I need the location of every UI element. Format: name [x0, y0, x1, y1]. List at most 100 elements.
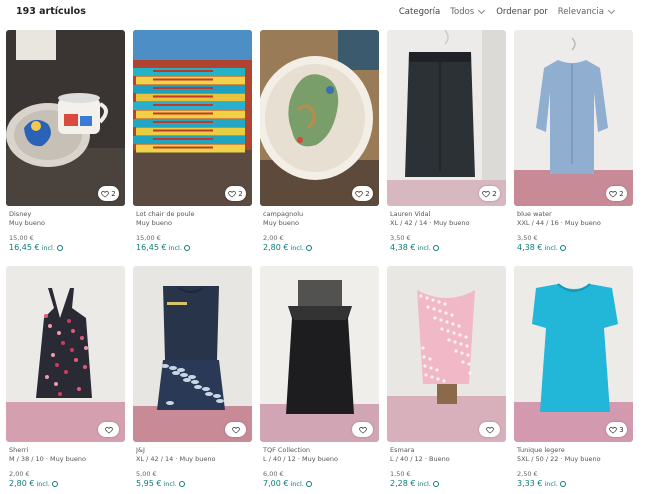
product-card[interactable]: 2 Lot chair de poule Muy bueno 15,00 € 1… — [133, 30, 252, 258]
shield-icon — [305, 481, 312, 487]
price-incl-label: incl. — [544, 244, 558, 252]
price-incl-value: 3,33 € — [517, 479, 543, 488]
price-incl-label: incl. — [544, 480, 558, 488]
shield-icon — [559, 245, 566, 251]
product-card[interactable]: TQF Collection L / 40 / 12 · Muy bueno 6… — [260, 266, 379, 494]
product-meta: campagnolu Muy bueno 2,00 € 2,80 € incl. — [263, 210, 379, 253]
product-card[interactable]: 2 blue water XXL / 44 / 16 · Muy bueno 3… — [514, 30, 633, 258]
product-price-incl: 2,80 € incl. — [9, 479, 125, 489]
product-photo[interactable] — [260, 266, 379, 442]
favorite-button[interactable]: 2 — [606, 186, 627, 201]
product-photo[interactable]: 2 — [260, 30, 379, 206]
product-details: XL / 42 / 14 · Muy bueno — [390, 219, 470, 227]
shield-icon — [432, 481, 439, 487]
product-card[interactable]: 3 Tunique legere 5XL / 50 / 22 · Muy bue… — [514, 266, 633, 494]
product-brand: Tunique legere — [517, 446, 565, 454]
favorite-button[interactable] — [98, 422, 119, 437]
product-price-incl: 5,95 € incl. — [136, 479, 252, 489]
price-incl-label: incl. — [36, 480, 50, 488]
category-value: Todos — [450, 7, 475, 17]
product-grid: 2 Disney Muy bueno 15,00 € 16,45 € incl.… — [6, 30, 633, 494]
heart-icon — [101, 190, 110, 197]
product-meta: Esmara L / 40 / 12 · Bueno 1,50 € 2,28 €… — [390, 446, 506, 489]
product-brand: TQF Collection — [263, 446, 311, 454]
heart-icon — [355, 190, 364, 197]
product-brand: blue water — [517, 210, 552, 218]
sort-dropdown[interactable]: Relevancia — [558, 6, 616, 17]
product-price-incl: 4,38 € incl. — [517, 243, 633, 253]
product-card[interactable]: J&J XL / 42 / 14 · Muy bueno 5,00 € 5,95… — [133, 266, 252, 494]
price-incl-label: incl. — [163, 480, 177, 488]
price-incl-label: incl. — [417, 244, 431, 252]
product-price: 15,00 € — [136, 234, 161, 242]
product-price-incl: 2,28 € incl. — [390, 479, 506, 489]
product-details: L / 40 / 12 · Muy bueno — [263, 455, 338, 463]
price-incl-value: 4,38 € — [390, 243, 416, 252]
product-meta: Sherri M / 38 / 10 · Muy bueno 2,00 € 2,… — [9, 446, 125, 489]
product-price: 15,00 € — [9, 234, 34, 242]
heart-icon — [358, 426, 367, 433]
product-photo[interactable] — [133, 266, 252, 442]
product-photo[interactable]: 3 — [514, 266, 633, 442]
product-price: 2,50 € — [517, 470, 538, 478]
product-card[interactable]: Esmara L / 40 / 12 · Bueno 1,50 € 2,28 €… — [387, 266, 506, 494]
price-incl-value: 2,28 € — [390, 479, 416, 488]
price-incl-label: incl. — [290, 480, 304, 488]
heart-icon — [485, 426, 494, 433]
category-label: Categoría — [398, 7, 441, 17]
product-photo[interactable] — [6, 266, 125, 442]
product-price-incl: 16,45 € incl. — [9, 243, 125, 253]
category-dropdown[interactable]: Todos — [450, 6, 486, 17]
product-price-incl: 3,33 € incl. — [517, 479, 633, 489]
product-details: XL / 42 / 14 · Muy bueno — [136, 455, 216, 463]
favorite-button[interactable]: 2 — [479, 186, 500, 201]
product-details: Muy bueno — [9, 219, 45, 227]
product-details: XXL / 44 / 16 · Muy bueno — [517, 219, 601, 227]
favorite-count: 3 — [619, 425, 624, 434]
favorite-button[interactable]: 2 — [225, 186, 246, 201]
favorite-button[interactable] — [479, 422, 500, 437]
product-price-incl: 4,38 € incl. — [390, 243, 506, 253]
favorite-button[interactable]: 2 — [98, 186, 119, 201]
shield-icon — [559, 481, 566, 487]
product-details: M / 38 / 10 · Muy bueno — [9, 455, 86, 463]
product-meta: Tunique legere 5XL / 50 / 22 · Muy bueno… — [517, 446, 633, 489]
price-incl-value: 2,80 € — [263, 243, 289, 252]
product-photo[interactable]: 2 — [514, 30, 633, 206]
product-details: Muy bueno — [263, 219, 299, 227]
product-brand: J&J — [136, 446, 145, 454]
price-incl-label: incl. — [168, 244, 182, 252]
product-meta: Lauren Vidal XL / 42 / 14 · Muy bueno 3,… — [390, 210, 506, 253]
shield-icon — [432, 245, 439, 251]
product-meta: blue water XXL / 44 / 16 · Muy bueno 3,5… — [517, 210, 633, 253]
product-card[interactable]: Sherri M / 38 / 10 · Muy bueno 2,00 € 2,… — [6, 266, 125, 494]
price-incl-value: 7,00 € — [263, 479, 289, 488]
product-price: 5,00 € — [136, 470, 157, 478]
product-details: Muy bueno — [136, 219, 172, 227]
price-incl-value: 2,80 € — [9, 479, 35, 488]
favorite-button[interactable] — [225, 422, 246, 437]
product-photo[interactable]: 2 — [6, 30, 125, 206]
product-brand: Sherri — [9, 446, 29, 454]
product-card[interactable]: 2 Lauren Vidal XL / 42 / 14 · Muy bueno … — [387, 30, 506, 258]
favorite-count: 2 — [365, 189, 370, 198]
product-photo[interactable]: 2 — [133, 30, 252, 206]
shield-icon — [56, 245, 63, 251]
listing-header: 193 artículos Categoría Todos Ordenar po… — [0, 0, 648, 26]
product-price: 6,00 € — [263, 470, 284, 478]
product-card[interactable]: 2 Disney Muy bueno 15,00 € 16,45 € incl. — [6, 30, 125, 258]
favorite-button[interactable]: 2 — [352, 186, 373, 201]
favorite-count: 2 — [492, 189, 497, 198]
product-details: 5XL / 50 / 22 · Muy bueno — [517, 455, 601, 463]
heart-icon — [104, 426, 113, 433]
product-price: 1,50 € — [390, 470, 411, 478]
favorite-button[interactable] — [352, 422, 373, 437]
heart-icon — [609, 190, 618, 197]
favorite-button[interactable]: 3 — [606, 422, 627, 437]
product-card[interactable]: 2 campagnolu Muy bueno 2,00 € 2,80 € inc… — [260, 30, 379, 258]
shield-icon — [178, 481, 185, 487]
product-photo[interactable]: 2 — [387, 30, 506, 206]
price-incl-value: 16,45 € — [9, 243, 40, 252]
product-photo[interactable] — [387, 266, 506, 442]
price-incl-value: 5,95 € — [136, 479, 162, 488]
